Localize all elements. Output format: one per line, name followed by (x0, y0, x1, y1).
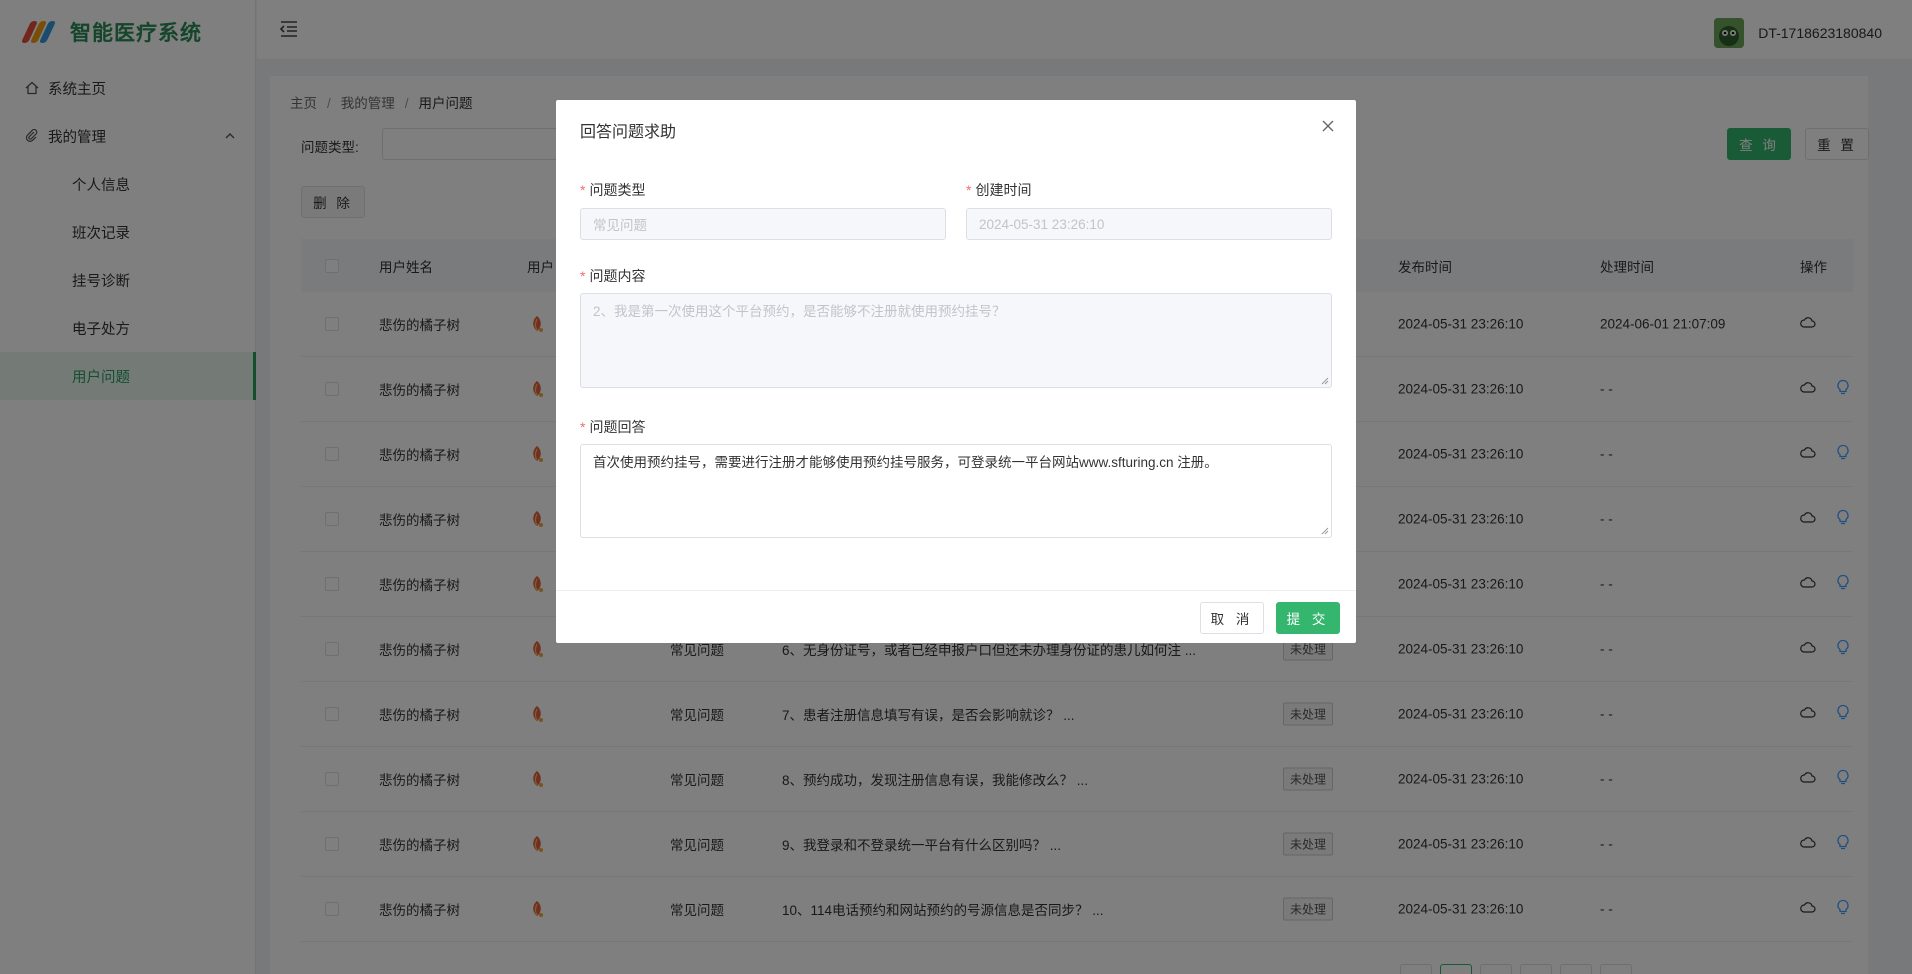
required-mark: * (580, 182, 586, 198)
submit-button[interactable]: 提 交 (1276, 602, 1340, 634)
answer-text: 首次使用预约挂号，需要进行注册才能够使用预约挂号服务，可登录统一平台网站www.… (593, 455, 1218, 470)
dialog-footer: 取 消 提 交 (556, 590, 1356, 643)
answer-label: * 问题回答 (580, 419, 646, 435)
content-label: * 问题内容 (580, 268, 646, 284)
answer-textarea[interactable]: 首次使用预约挂号，需要进行注册才能够使用预约挂号服务，可登录统一平台网站www.… (580, 444, 1332, 538)
required-mark: * (966, 182, 972, 198)
close-icon[interactable] (1320, 118, 1336, 134)
app-root: 智能医疗系统 系统主页 我的管理 个人信息 班次记录 挂号诊断 电子处方 用户问… (0, 0, 1912, 974)
content-textarea: 2、我是第一次使用这个平台预约，是否能够不注册就使用预约挂号？ (580, 293, 1332, 388)
required-mark: * (580, 419, 586, 435)
content-text: 2、我是第一次使用这个平台预约，是否能够不注册就使用预约挂号？ (593, 304, 1006, 319)
type-label: * 问题类型 (580, 182, 646, 198)
time-label: * 创建时间 (966, 182, 1032, 198)
resize-handle-icon[interactable] (1321, 527, 1329, 535)
answer-dialog: 回答问题求助 * 问题类型 常见问题 * 创建时间 2024-05-31 23:26… (556, 100, 1356, 643)
time-field: 2024-05-31 23:26:10 (966, 208, 1332, 240)
required-mark: * (580, 268, 586, 284)
cancel-button[interactable]: 取 消 (1200, 602, 1264, 634)
dialog-title: 回答问题求助 (580, 124, 677, 141)
resize-handle-icon[interactable] (1321, 377, 1329, 385)
type-field: 常见问题 (580, 208, 946, 240)
